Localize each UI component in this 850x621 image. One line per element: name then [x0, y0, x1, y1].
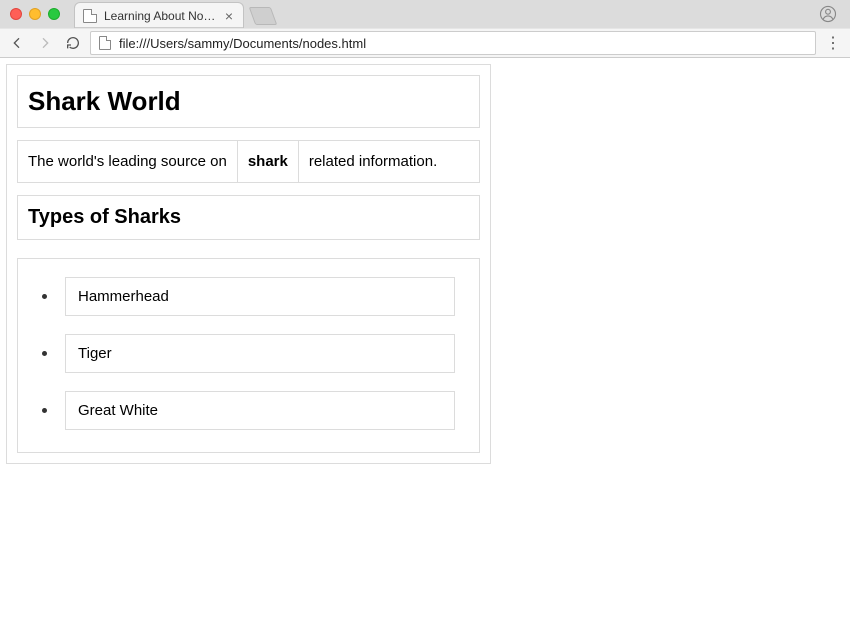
browser-tab[interactable]: Learning About Nodes ×	[74, 2, 244, 28]
profile-icon[interactable]	[818, 4, 838, 24]
close-tab-icon[interactable]: ×	[225, 9, 233, 23]
tab-strip: Learning About Nodes ×	[0, 0, 850, 28]
forward-button[interactable]	[34, 32, 56, 54]
list-item-label: Tiger	[65, 334, 455, 373]
address-bar[interactable]: file:///Users/sammy/Documents/nodes.html	[90, 31, 816, 55]
file-icon	[83, 9, 97, 23]
intro-text-pre: The world's leading source on	[18, 141, 237, 182]
browser-toolbar: file:///Users/sammy/Documents/nodes.html…	[0, 28, 850, 58]
document-body: Shark World The world's leading source o…	[0, 58, 850, 470]
intro-strong: shark	[237, 141, 299, 182]
close-window-button[interactable]	[10, 8, 22, 20]
url-text: file:///Users/sammy/Documents/nodes.html	[119, 36, 366, 51]
bullet-icon	[42, 408, 47, 413]
menu-button[interactable]: ⋮	[822, 32, 844, 54]
window-controls	[10, 8, 60, 20]
list-item-label: Hammerhead	[65, 277, 455, 316]
page-heading: Shark World	[17, 75, 480, 128]
new-tab-button[interactable]	[249, 7, 278, 25]
viewport: Shark World The world's leading source o…	[0, 58, 850, 621]
list-item: Great White	[42, 391, 455, 430]
maximize-window-button[interactable]	[48, 8, 60, 20]
list-item: Tiger	[42, 334, 455, 373]
shark-list: Hammerhead Tiger Great White	[17, 258, 480, 453]
section-heading: Types of Sharks	[17, 195, 480, 240]
minimize-window-button[interactable]	[29, 8, 41, 20]
intro-paragraph: The world's leading source on shark rela…	[17, 140, 480, 183]
list-item-label: Great White	[65, 391, 455, 430]
file-icon	[99, 36, 111, 50]
intro-text-post: related information.	[299, 141, 447, 182]
back-button[interactable]	[6, 32, 28, 54]
reload-button[interactable]	[62, 32, 84, 54]
body-node: Shark World The world's leading source o…	[6, 64, 491, 464]
tab-title: Learning About Nodes	[104, 9, 221, 23]
bullet-icon	[42, 351, 47, 356]
list-item: Hammerhead	[42, 277, 455, 316]
bullet-icon	[42, 294, 47, 299]
